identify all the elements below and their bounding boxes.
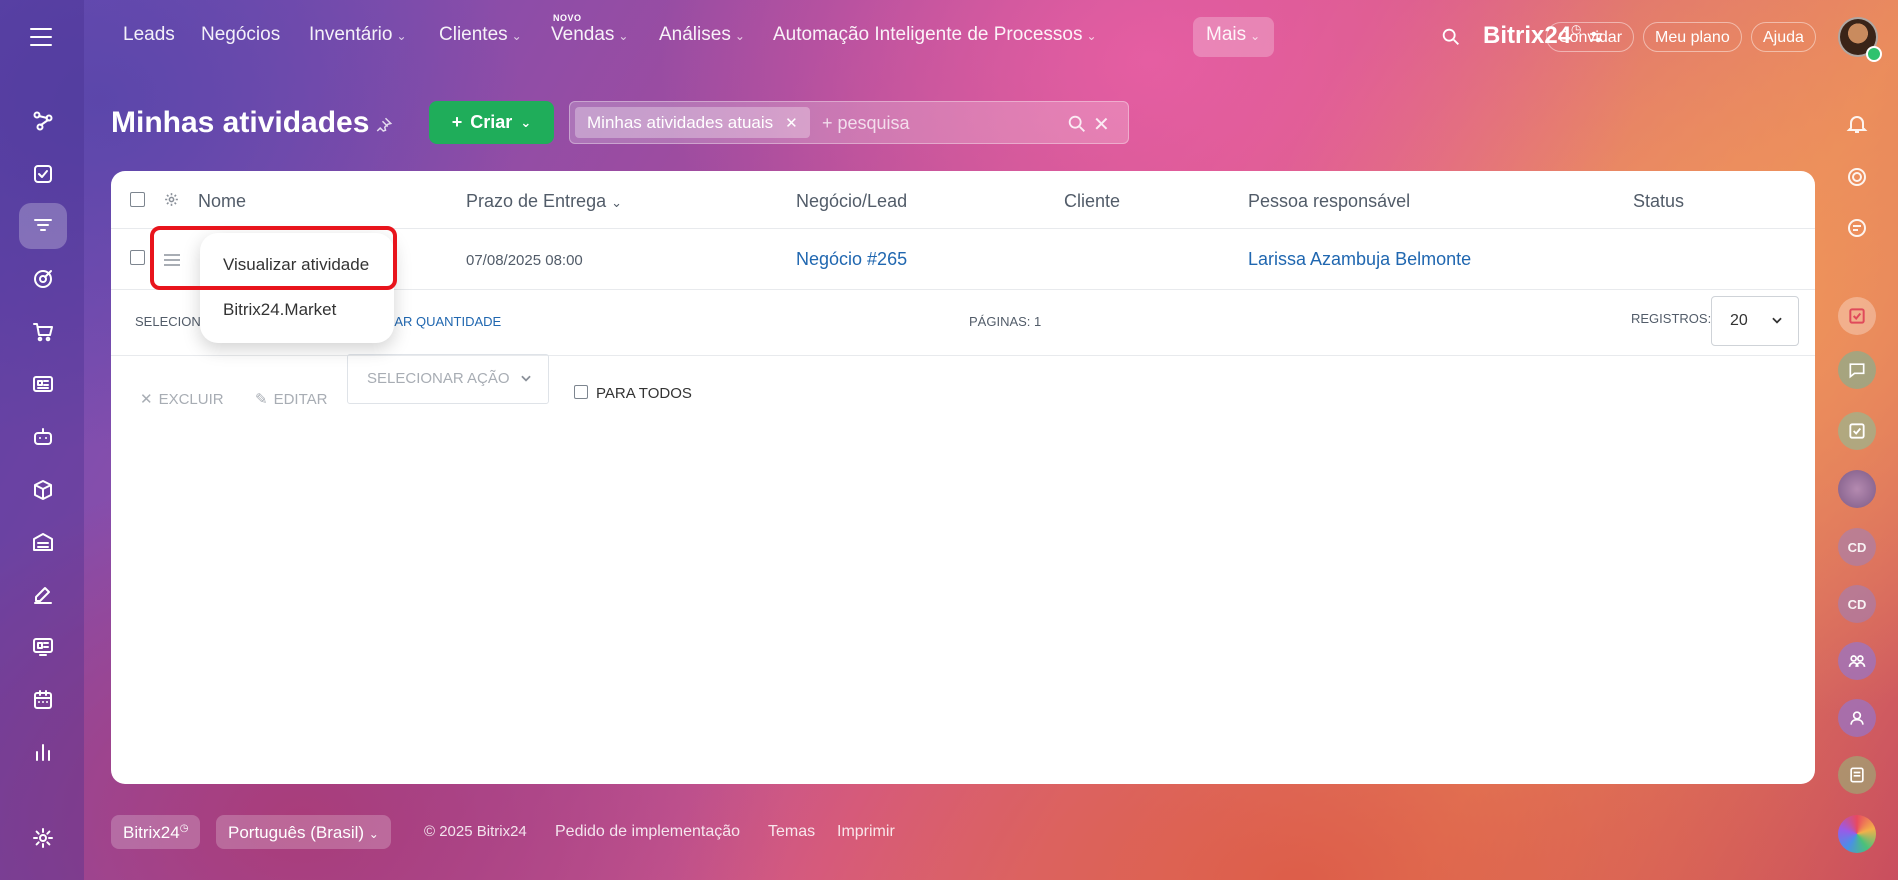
task-check-icon[interactable] [19,151,67,197]
calendar-icon[interactable] [19,677,67,723]
delete-button[interactable]: ✕ EXCLUIR [140,390,224,408]
pin-icon[interactable] [375,116,393,139]
sign-pen-icon[interactable] [19,572,67,618]
task-check-icon[interactable] [1838,412,1876,450]
col-responsavel[interactable]: Pessoa responsável [1248,191,1410,212]
chevron-down-icon: ⌄ [396,29,407,43]
chevron-down-icon: ⌄ [511,29,522,43]
contact-initials[interactable]: CD [1838,528,1876,566]
settings-gear-icon[interactable] [19,815,67,861]
for-all-label: PARA TODOS [596,385,692,402]
left-sidebar [0,0,84,880]
footer-link-themes[interactable]: Temas [768,823,815,841]
edit-button[interactable]: ✎ EDITAR [255,390,327,408]
search-input[interactable]: + pesquisa [822,113,910,134]
page-title: Minhas atividades [111,106,370,139]
filter-search-box[interactable]: Minhas atividades atuais ✕ + pesquisa ✕ [569,101,1129,144]
for-all-checkbox[interactable] [574,385,588,399]
col-negocio[interactable]: Negócio/Lead [796,191,907,212]
chat-icon[interactable] [1838,209,1876,247]
select-all-checkbox[interactable] [130,192,145,207]
cell-negocio-link[interactable]: Negócio #265 [796,249,907,270]
show-count-link[interactable]: TRAR QUANTIDADE [377,314,501,329]
footer-brand-chip[interactable]: Bitrix24◷ [111,815,201,849]
bell-icon[interactable] [1838,105,1876,143]
nav-clientes[interactable]: Clientes ⌄ [439,24,522,46]
target-icon[interactable] [19,256,67,302]
group-icon[interactable] [1838,642,1876,680]
records-label: REGISTROS: [1631,311,1712,326]
clear-search-icon[interactable]: ✕ [1093,112,1110,137]
filter-chip[interactable]: Minhas atividades atuais ✕ [575,107,810,138]
apps-icon[interactable] [1838,815,1876,853]
chevron-down-icon: ⌄ [1250,29,1261,43]
cell-prazo: 07/08/2025 08:00 [466,252,583,269]
sort-chevron-icon: ⌄ [611,195,623,210]
new-badge: NOVO [553,13,582,23]
task-check-icon[interactable] [1838,297,1876,335]
row-checkbox[interactable] [130,250,145,265]
crm-funnel-icon[interactable] [19,203,67,249]
cart-icon[interactable] [19,309,67,355]
chevron-down-icon: ⌄ [618,29,629,43]
chevron-down-icon: ⌄ [368,827,379,841]
sitemap-icon[interactable] [19,98,67,144]
chevron-down-icon [519,371,533,389]
search-icon[interactable] [1440,26,1462,53]
user-icon[interactable] [1838,699,1876,737]
chevron-down-icon [1770,313,1784,332]
nav-automacao[interactable]: Automação Inteligente de Processos ⌄ [773,24,1097,46]
pages-count: PÁGINAS: 1 [969,314,1042,329]
site-builder-icon[interactable] [19,624,67,670]
warehouse-icon[interactable] [19,519,67,565]
nav-vendas[interactable]: Vendas ⌄ [551,24,628,46]
nav-leads[interactable]: Leads [123,24,175,46]
chat-bubble-icon[interactable] [1838,351,1876,389]
close-icon: ✕ [140,391,153,408]
copilot-icon[interactable] [1838,158,1876,196]
invite-button[interactable]: Convidar [1546,22,1635,52]
selected-count: SELECIONA [135,314,210,329]
footer-link-print[interactable]: Imprimir [837,823,895,841]
col-prazo[interactable]: Prazo de Entrega ⌄ [466,191,622,212]
top-navigation: Leads Negócios Inventário ⌄ Clientes ⌄ NOV… [84,0,1898,74]
table-header: Nome Prazo de Entrega ⌄ Negócio/Lead Cli… [111,171,1815,229]
my-plan-button[interactable]: Meu plano [1643,22,1742,52]
chevron-down-icon: ⌄ [734,29,745,43]
nav-analises[interactable]: Análises ⌄ [659,24,745,46]
col-cliente[interactable]: Cliente [1064,191,1120,212]
search-icon[interactable] [1066,113,1088,140]
copyright: © 2025 Bitrix24 [424,823,527,840]
analytics-icon[interactable] [19,729,67,775]
chevron-down-icon: ⌄ [520,114,532,130]
create-button[interactable]: + Criar ⌄ [429,101,554,144]
chevron-down-icon: ⌄ [1086,29,1097,43]
news-icon[interactable] [19,361,67,407]
box-icon[interactable] [19,467,67,513]
help-button[interactable]: Ajuda [1751,22,1816,52]
remove-filter-icon[interactable]: ✕ [785,115,798,132]
col-nome[interactable]: Nome [198,191,246,212]
contact-initials[interactable]: CD [1838,585,1876,623]
nav-mais[interactable]: Mais ⌄ [1206,24,1260,46]
cell-responsavel-link[interactable]: Larissa Azambuja Belmonte [1248,249,1471,270]
plus-icon: + [451,112,463,132]
language-selector[interactable]: Português (Brasil) ⌄ [216,815,391,849]
robot-icon[interactable] [19,414,67,460]
column-settings-gear-icon[interactable] [163,191,180,213]
pencil-icon: ✎ [255,391,268,408]
records-select[interactable]: 20 [1711,296,1799,346]
footer-link-implementation[interactable]: Pedido de implementação [555,823,740,841]
notes-icon[interactable] [1838,756,1876,794]
menu-icon[interactable] [30,28,52,52]
col-status[interactable]: Status [1633,191,1684,212]
highlight-box [150,226,397,290]
menu-item-market[interactable]: Bitrix24.Market [223,300,336,320]
nav-inventario[interactable]: Inventário ⌄ [309,24,407,46]
avatar[interactable] [1838,470,1876,508]
nav-negocios[interactable]: Negócios [201,24,280,46]
select-action-dropdown[interactable]: SELECIONAR AÇÃO [347,354,549,404]
